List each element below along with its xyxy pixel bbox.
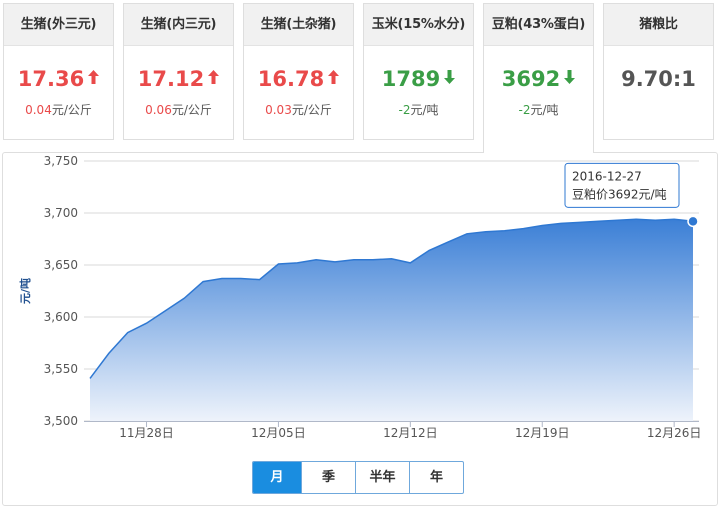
card-pig-inner-ternary[interactable]: 生猪(内三元) 17.12 0.06元/公斤 (123, 3, 234, 140)
card-change: -2元/吨 (364, 101, 473, 118)
card-title: 豆粕(43%蛋白) (484, 4, 593, 46)
card-price: 3692 (484, 65, 593, 93)
arrow-down-icon (564, 70, 576, 84)
change-unit: 元/吨 (410, 103, 439, 117)
range-tab-half-year[interactable]: 半年 (355, 462, 409, 493)
card-pig-outer-ternary[interactable]: 生猪(外三元) 17.36 0.04元/公斤 (3, 3, 114, 140)
price-value: 16.78 (257, 67, 325, 91)
arrow-down-icon (444, 70, 456, 84)
y-tick-label: 3,550 (44, 362, 78, 376)
card-price: 17.12 (124, 65, 233, 93)
tooltip-date: 2016-12-27 (572, 169, 642, 183)
card-change: -2元/吨 (484, 101, 593, 118)
range-tab-month[interactable]: 月 (253, 462, 301, 493)
tooltip-value: 豆粕价3692元/吨 (572, 186, 667, 201)
card-change: 0.03元/公斤 (244, 101, 353, 118)
card-corn[interactable]: 玉米(15%水分) 1789 -2元/吨 (363, 3, 474, 140)
card-pig-grain-ratio[interactable]: 猪粮比 9.70:1 (603, 3, 714, 140)
card-soybean-meal[interactable]: 豆粕(43%蛋白) 3692 -2元/吨 (483, 3, 594, 153)
x-tick-label: 12月19日 (515, 426, 570, 440)
change-unit: 元/公斤 (171, 103, 212, 117)
range-tabs: 月 季 半年 年 (252, 461, 464, 494)
change-value: 0.04 (25, 103, 52, 117)
card-title: 生猪(土杂猪) (244, 4, 353, 46)
range-tab-year[interactable]: 年 (409, 462, 463, 493)
card-title: 生猪(外三元) (4, 4, 113, 46)
hover-point (687, 215, 699, 228)
x-tick-label: 11月28日 (119, 426, 174, 440)
x-tick-label: 12月05日 (251, 426, 306, 440)
price-value: 9.70:1 (621, 67, 696, 91)
y-tick-label: 3,600 (44, 310, 78, 324)
arrow-up-icon (208, 70, 220, 84)
card-price: 9.70:1 (604, 65, 713, 93)
card-change: 0.06元/公斤 (124, 101, 233, 118)
y-tick-label: 3,650 (44, 258, 78, 272)
price-area-chart[interactable]: 3,500 3,550 3,600 3,650 3,700 3,750 元/吨 11月28日 1… (3, 153, 719, 507)
price-value: 17.36 (17, 67, 85, 91)
y-tick-label: 3,500 (44, 414, 78, 428)
x-tick-label: 12月12日 (383, 426, 438, 440)
price-cards: 生猪(外三元) 17.36 0.04元/公斤 生猪(内三元) 17.12 0.0… (0, 0, 723, 153)
card-title: 生猪(内三元) (124, 4, 233, 46)
change-value: 0.06 (145, 103, 172, 117)
arrow-up-icon (328, 70, 340, 84)
y-axis-label: 元/吨 (18, 278, 32, 304)
card-price: 17.36 (4, 65, 113, 93)
chart-panel: 3,500 3,550 3,600 3,650 3,700 3,750 元/吨 11月28日 1… (2, 152, 718, 506)
change-unit: 元/公斤 (291, 103, 332, 117)
card-price: 1789 (364, 65, 473, 93)
change-value: -2 (398, 103, 411, 117)
x-tick-label: 12月26日 (647, 426, 702, 440)
price-value: 17.12 (137, 67, 205, 91)
card-price: 16.78 (244, 65, 353, 93)
price-value: 1789 (381, 67, 441, 91)
tooltip: 2016-12-27 豆粕价3692元/吨 (564, 162, 680, 208)
card-pig-local[interactable]: 生猪(土杂猪) 16.78 0.03元/公斤 (243, 3, 354, 140)
change-unit: 元/公斤 (51, 103, 92, 117)
y-tick-label: 3,750 (44, 154, 78, 168)
card-title: 猪粮比 (604, 4, 713, 46)
card-change: 0.04元/公斤 (4, 101, 113, 118)
range-tab-quarter[interactable]: 季 (301, 462, 355, 493)
change-value: -2 (518, 103, 531, 117)
change-value: 0.03 (265, 103, 292, 117)
price-value: 3692 (501, 67, 561, 91)
price-area (90, 219, 693, 421)
y-tick-label: 3,700 (44, 206, 78, 220)
card-title: 玉米(15%水分) (364, 4, 473, 46)
change-unit: 元/吨 (530, 103, 559, 117)
arrow-up-icon (88, 70, 100, 84)
